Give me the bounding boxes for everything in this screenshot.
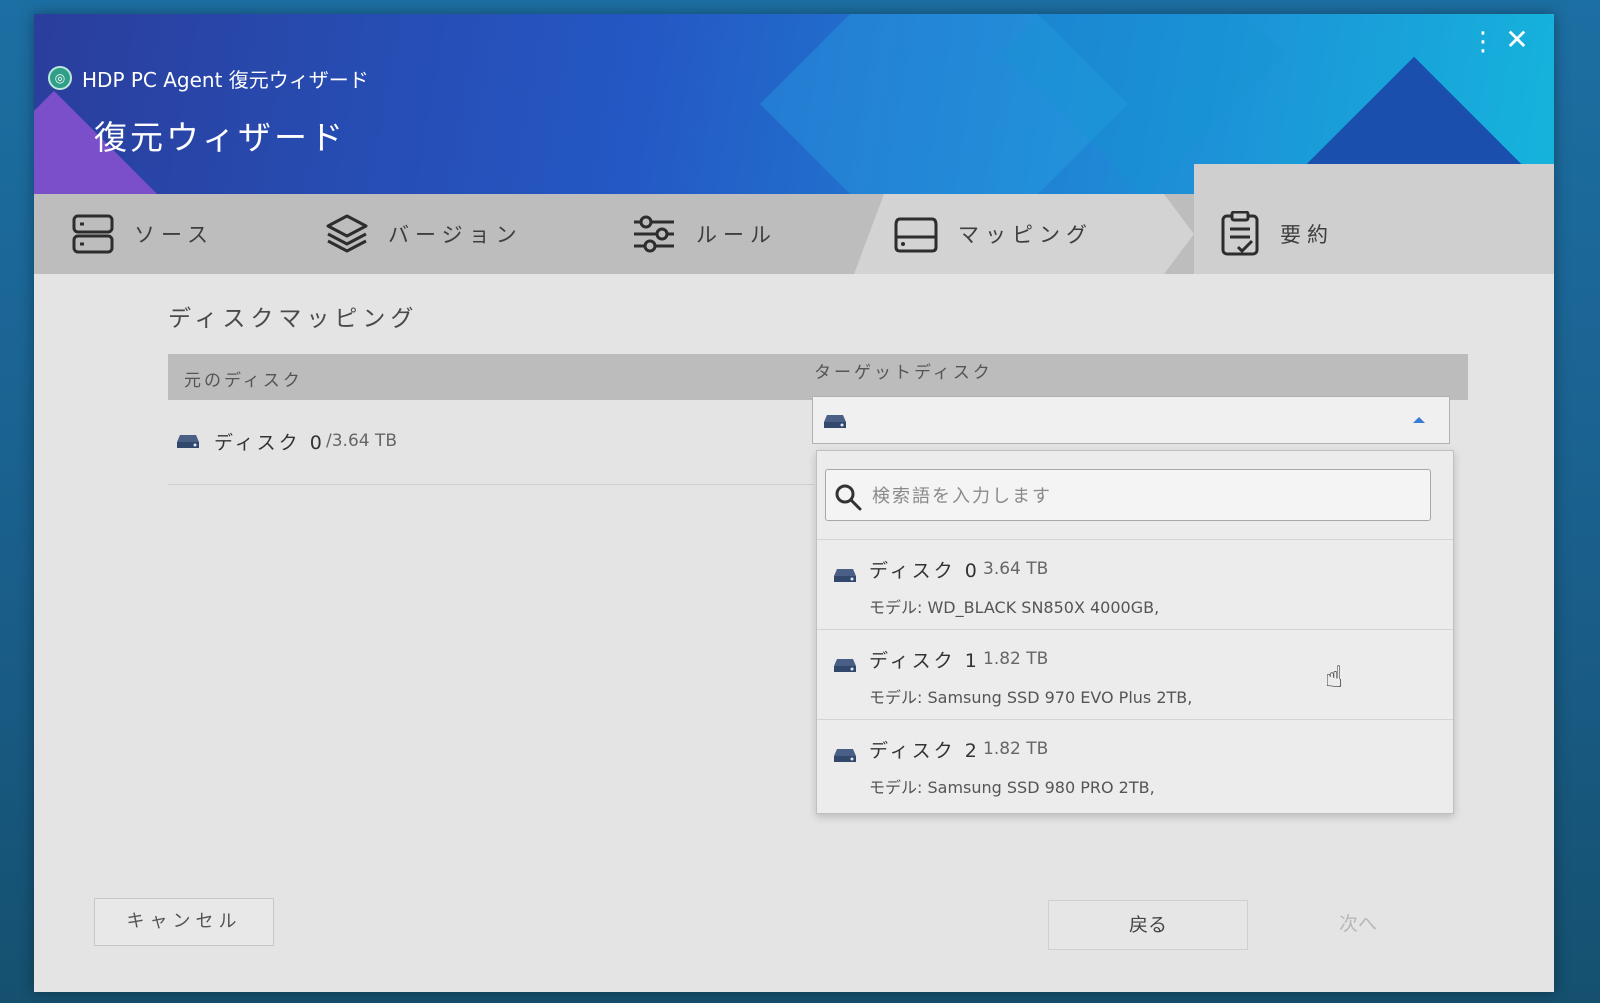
disk-icon [824, 415, 846, 428]
caret-up-icon[interactable] [1413, 417, 1425, 423]
more-options-icon[interactable]: ⋮ [1470, 24, 1496, 60]
close-icon[interactable]: ✕ [1500, 22, 1534, 58]
search-icon [835, 484, 862, 511]
app-title: HDP PC Agent 復元ウィザード [82, 68, 369, 92]
disk-option-name: ディスク 1 [869, 650, 980, 672]
next-button[interactable]: 次へ [1268, 900, 1448, 950]
clipboard-check-icon [1221, 211, 1259, 256]
step-mapping-label: マッピング [958, 223, 1093, 247]
wizard-steps: ソース バージョン ルール マッピング 要約 [34, 164, 1554, 274]
step-summary[interactable]: 要約 [1220, 194, 1334, 274]
disk-icon [177, 435, 199, 448]
sliders-icon [634, 215, 674, 253]
server-icon [72, 214, 114, 254]
disk-option-name: ディスク 2 [869, 740, 980, 762]
app-logo-icon: ◎ [48, 66, 72, 90]
section-title: ディスクマッピング [168, 306, 419, 332]
disk-option-2[interactable]: ディスク 2 1.82 TB モデル: Samsung SSD 980 PRO … [817, 719, 1453, 809]
disk-icon [834, 749, 856, 762]
search-box [825, 469, 1431, 521]
column-header-target: ターゲットディスク [814, 363, 993, 383]
disk-option-size: 1.82 TB [983, 739, 1049, 759]
disk-option-model: モデル: Samsung SSD 980 PRO 2TB, [869, 778, 1155, 797]
target-disk-select[interactable] [812, 396, 1450, 444]
step-rules[interactable]: ルール [632, 194, 777, 274]
search-input[interactable] [870, 480, 1414, 512]
disk-option-model: モデル: Samsung SSD 970 EVO Plus 2TB, [869, 688, 1193, 707]
disk-option-0[interactable]: ディスク 0 3.64 TB モデル: WD_BLACK SN850X 4000… [817, 539, 1453, 695]
target-disk-dropdown: ディスク 0 3.64 TB モデル: WD_BLACK SN850X 4000… [816, 450, 1454, 814]
step-version-label: バージョン [388, 223, 523, 247]
disk-option-1[interactable]: ディスク 1 1.82 TB モデル: Samsung SSD 970 EVO … [817, 629, 1453, 719]
step-mapping[interactable]: マッピング [894, 194, 1093, 274]
step-summary-label: 要約 [1280, 223, 1334, 247]
disk-option-model: モデル: WD_BLACK SN850X 4000GB, [869, 598, 1160, 617]
cancel-button[interactable]: キャンセル [94, 898, 274, 946]
disk-icon [834, 659, 856, 672]
wizard-heading: 復元ウィザード [94, 118, 346, 157]
source-disk-size: /3.64 TB [326, 431, 398, 451]
step-rules-label: ルール [696, 223, 777, 247]
source-disk-row: ディスク 0 /3.64 TB [168, 400, 814, 485]
step-source[interactable]: ソース [72, 194, 214, 274]
disk-option-name: ディスク 0 [869, 560, 980, 582]
disk-option-size: 1.82 TB [983, 649, 1049, 669]
mapping-table-header: 元のディスク ターゲットディスク [168, 354, 1468, 400]
disk-icon [834, 569, 856, 582]
disk-option-size: 3.64 TB [983, 559, 1049, 579]
step-version[interactable]: バージョン [326, 194, 523, 274]
layers-icon [326, 214, 368, 253]
step-source-label: ソース [134, 223, 214, 247]
column-header-source: 元のディスク [184, 371, 303, 391]
source-disk-name: ディスク 0 [214, 432, 325, 454]
restore-wizard-window: ◎ HDP PC Agent 復元ウィザード 復元ウィザード ⋮ ✕ ソース バ… [34, 14, 1554, 992]
back-button[interactable]: 戻る [1048, 900, 1248, 950]
drive-icon [894, 217, 938, 253]
